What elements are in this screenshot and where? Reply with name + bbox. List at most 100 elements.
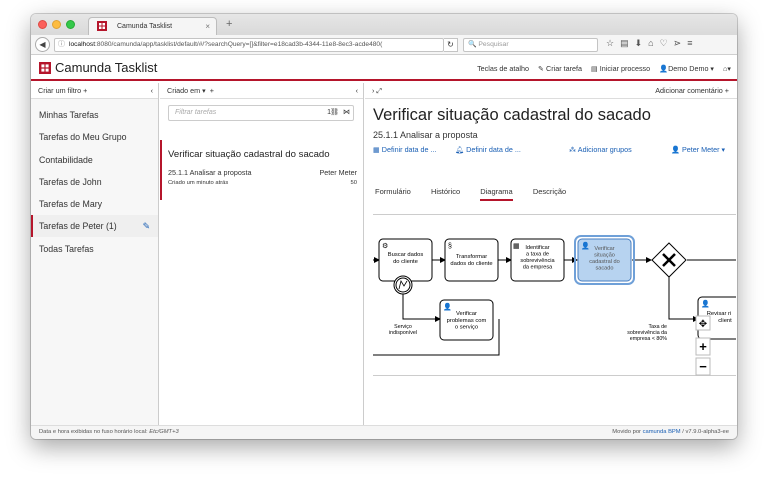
user-icon: 👤 xyxy=(659,64,669,73)
task-card[interactable]: Verificar situação cadastral do sacado 2… xyxy=(160,140,363,200)
task-label: Verificar xyxy=(456,311,477,317)
reader-icon[interactable]: ▤ xyxy=(620,38,635,48)
filter-item[interactable]: Todas Tarefas xyxy=(31,238,158,260)
create-task-link[interactable]: ✎ Criar tarefa xyxy=(538,64,582,73)
tab-diagram[interactable]: Diagrama xyxy=(480,187,513,201)
add-comment-button[interactable]: Adicionar comentário + xyxy=(655,83,729,98)
task-label: dados do cliente xyxy=(450,261,492,267)
filter-item[interactable]: Minhas Tarefas xyxy=(31,104,158,126)
collapse-tasklist-icon[interactable]: ‹ xyxy=(356,83,358,98)
url-host: localhost xyxy=(69,41,96,48)
sort-dropdown[interactable]: Criado em ▾ + xyxy=(167,86,214,95)
tab-history[interactable]: Histórico xyxy=(431,187,460,199)
move-arrows-icon[interactable]: ✥ xyxy=(699,319,707,330)
tab-close-icon[interactable]: × xyxy=(205,22,210,31)
filter-label: Tarefas do Meu Grupo xyxy=(39,132,127,142)
zoom-in-button[interactable]: + xyxy=(699,339,707,354)
filter-label: Contabilidade xyxy=(39,155,93,165)
filters-header: Criar um filtro + ‹ xyxy=(31,83,158,99)
diagram-controls: ✥ + − xyxy=(695,315,711,376)
zoom-out-button[interactable]: − xyxy=(699,359,707,374)
collapse-left-icon[interactable]: ‹ xyxy=(151,83,153,98)
extension-icon[interactable]: ⋗ xyxy=(674,38,688,48)
browser-search-input[interactable]: 🔍 Pesquisar xyxy=(463,38,598,52)
task-identificar-taxa[interactable]: ▦ Identificar a taxa de sobrevivência da em… xyxy=(510,238,565,282)
exclusive-gateway[interactable] xyxy=(651,242,687,278)
link-icon[interactable]: ⛓ xyxy=(330,106,339,120)
tab-description[interactable]: Descrição xyxy=(533,187,566,199)
filter-item[interactable]: Tarefas de John xyxy=(31,171,158,193)
add-groups-button[interactable]: ⁂ Adicionar grupos xyxy=(569,145,632,154)
task-label: Verificar xyxy=(594,246,614,252)
task-label: a taxa de xyxy=(526,252,549,258)
filter-item[interactable]: Tarefas do Meu Grupo xyxy=(31,126,158,148)
download-icon[interactable]: ⬇ xyxy=(635,38,649,48)
pocket-icon[interactable]: ♡ xyxy=(660,38,674,48)
toolbar-icons: ☆▤⬇⌂♡⋗≡ xyxy=(606,38,698,49)
due-date-button[interactable]: 🔔︎ Definir data de ... xyxy=(455,145,521,154)
task-label: cadastral do xyxy=(589,259,619,265)
tab-form[interactable]: Formulário xyxy=(375,187,411,199)
table-icon: ▦ xyxy=(513,243,520,250)
filter-item[interactable]: Tarefas de Mary xyxy=(31,193,158,215)
app-header: Camunda Tasklist Teclas de atalho ✎ Cria… xyxy=(31,55,737,81)
camunda-bpm-link[interactable]: camunda BPM xyxy=(643,429,681,435)
home-menu-icon[interactable]: ⌂▾ xyxy=(723,64,731,73)
task-label: client xyxy=(718,318,732,324)
search-placeholder: Pesquisar xyxy=(478,41,509,48)
error-label: indisponível xyxy=(389,330,417,336)
camunda-logo-icon xyxy=(97,21,107,31)
condition-label: empresa < 80% xyxy=(630,336,668,342)
reload-icon[interactable]: ↻ xyxy=(444,38,458,52)
svg-text:Transformardados do cliente: Transformar dados do cliente xyxy=(450,254,492,267)
home-icon[interactable]: ⌂ xyxy=(648,38,659,48)
task-label: o serviço xyxy=(455,325,478,331)
info-icon[interactable]: ⓘ xyxy=(58,39,65,51)
address-bar[interactable]: ⓘ localhost:8080/camunda/app/tasklist/def… xyxy=(54,38,444,52)
task-verificar-situacao-active[interactable]: 👤 Verificar situação cadastral do sacado xyxy=(574,235,635,285)
task-label: do cliente xyxy=(393,259,418,265)
expand-right-icon[interactable]: › ⤢ xyxy=(372,86,382,95)
error-boundary-event[interactable] xyxy=(393,275,413,295)
search-options-icon[interactable]: ⋈ xyxy=(343,106,350,120)
filter-tasks-placeholder: Filtrar tarefas xyxy=(175,109,217,116)
maximize-window-button[interactable] xyxy=(66,20,75,29)
filter-item[interactable]: Contabilidade xyxy=(31,149,158,171)
task-title: Verificar situação cadastral do sacado xyxy=(373,106,651,124)
bpmn-diagram[interactable]: ⚙ Buscar dados do cliente § Transformar da… xyxy=(371,214,737,376)
powered-text: Movido por xyxy=(612,429,641,435)
add-groups-label: Adicionar grupos xyxy=(577,145,632,154)
follow-up-date-button[interactable]: ▦ Definir data de ... xyxy=(373,145,437,154)
script-icon: § xyxy=(448,243,452,250)
bpmn-canvas: ⚙ Buscar dados do cliente § Transformar da… xyxy=(371,235,737,376)
list-icon: ▤ xyxy=(591,64,600,73)
task-priority: 50 xyxy=(350,180,357,186)
browser-tab[interactable]: Camunda Tasklist × xyxy=(88,17,217,35)
task-process-name: 25.1.1 Analisar a proposta xyxy=(373,130,478,140)
task-verificar-problemas[interactable]: 👤 Verificar problemas com o serviço xyxy=(439,299,494,341)
task-transformar[interactable]: § Transformar dados do cliente xyxy=(444,238,499,282)
new-tab-button[interactable]: + xyxy=(226,18,232,30)
bookmark-star-icon[interactable]: ☆ xyxy=(606,38,620,48)
menu-icon[interactable]: ≡ xyxy=(687,38,698,48)
timezone-value: Etc/GMT+3 xyxy=(149,429,179,435)
edit-filter-pencil-icon[interactable]: ✎ xyxy=(143,215,150,237)
user-assignee-icon: 👤 xyxy=(671,145,682,154)
powered-by: Movido por camunda BPM / v7.9.0-alpha3-e… xyxy=(612,426,729,439)
header-links: Teclas de atalho ✎ Criar tarefa ▤ Inicia… xyxy=(470,64,731,73)
task-process: 25.1.1 Analisar a proposta xyxy=(168,168,252,177)
back-arrow-icon[interactable]: ◀ xyxy=(35,37,50,52)
gear-icon: ⚙ xyxy=(382,242,388,250)
task-assignee: Peter Meter xyxy=(319,168,357,177)
filter-tasks-input[interactable]: Filtrar tarefas 1 ⛓ ⋈ xyxy=(168,105,354,121)
tab-strip: Camunda Tasklist × + xyxy=(31,14,737,35)
user-menu[interactable]: 👤Demo Demo ▾ xyxy=(659,64,714,73)
filter-item-active[interactable]: Tarefas de Peter (1) ✎ xyxy=(31,215,158,237)
task-buscar-dados[interactable]: ⚙ Buscar dados do cliente xyxy=(378,238,433,282)
close-window-button[interactable] xyxy=(38,20,47,29)
minimize-window-button[interactable] xyxy=(52,20,61,29)
create-filter-button[interactable]: Criar um filtro + xyxy=(38,86,87,95)
shortcuts-link[interactable]: Teclas de atalho xyxy=(477,64,529,73)
start-process-link[interactable]: ▤ Iniciar processo xyxy=(591,64,650,73)
assignee-button[interactable]: 👤 Peter Meter ▾ xyxy=(671,145,725,154)
